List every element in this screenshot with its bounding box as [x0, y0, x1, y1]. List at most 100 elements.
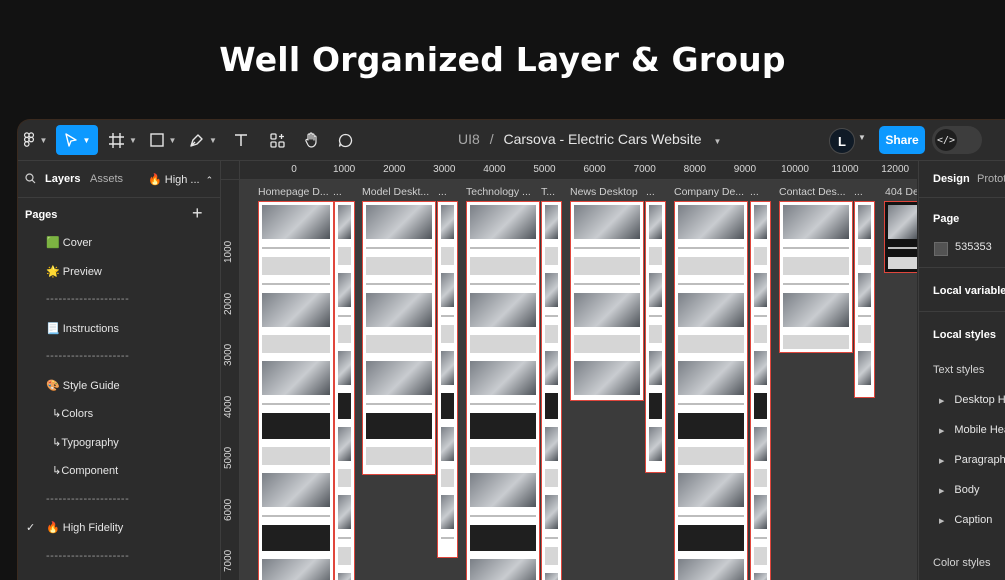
mobile-frame[interactable]	[437, 201, 458, 558]
code-icon: </>	[935, 129, 957, 151]
page-item[interactable]: ✓ 🔥 High Fidelity	[18, 518, 220, 538]
frame-label[interactable]: T...	[541, 186, 555, 198]
frame-content-block	[649, 205, 662, 239]
frame-label[interactable]: ...	[646, 186, 655, 198]
search-icon[interactable]	[25, 173, 36, 184]
frame-label[interactable]: ...	[854, 186, 863, 198]
move-tool-button[interactable]: ▼	[56, 125, 98, 155]
text-style-item[interactable]: ▶ Mobile Hea	[939, 424, 1005, 436]
shape-tool-button[interactable]: ▼	[146, 125, 180, 155]
page-selector[interactable]: 🔥 High ... ⌃	[148, 173, 213, 186]
page-item[interactable]: ↳Colors	[18, 404, 220, 424]
expand-arrow-icon[interactable]: ▶	[939, 488, 944, 495]
page-item[interactable]: 📃 Instructions	[18, 319, 220, 339]
file-title[interactable]: UI8 / Carsova - Electric Cars Website ▼	[458, 131, 721, 147]
page-item[interactable]: 🟩 Cover	[18, 233, 220, 253]
page-divider[interactable]: --------------------	[18, 547, 220, 567]
frame-content-block	[545, 547, 558, 565]
desktop-frame[interactable]	[674, 201, 748, 580]
desktop-frame[interactable]	[570, 201, 644, 401]
text-style-item[interactable]: ▶ Caption	[939, 514, 992, 526]
desktop-frame[interactable]	[779, 201, 853, 353]
resources-button[interactable]	[264, 125, 290, 155]
mobile-frame[interactable]	[750, 201, 771, 580]
add-page-icon[interactable]: +	[192, 203, 203, 224]
page-item[interactable]: 🎨 Style Guide	[18, 376, 220, 396]
text-style-label: Paragraph	[954, 454, 1005, 466]
frame-label[interactable]: Company De...	[674, 186, 744, 198]
frame-content-block	[888, 257, 917, 269]
mobile-frame[interactable]	[334, 201, 355, 580]
expand-arrow-icon[interactable]: ▶	[939, 458, 944, 465]
page-item[interactable]: 🌟 Preview	[18, 262, 220, 282]
avatar[interactable]: L	[829, 128, 855, 154]
expand-arrow-icon[interactable]: ▶	[939, 398, 944, 405]
frame-label[interactable]: ...	[750, 186, 759, 198]
frame-label[interactable]: 404 De	[885, 186, 917, 198]
frame-content-block	[574, 205, 640, 239]
text-style-label: Body	[954, 484, 980, 496]
frame-content-block	[754, 325, 767, 343]
frame-content-block	[441, 495, 454, 529]
tab-design[interactable]: Design	[933, 173, 970, 185]
page-divider[interactable]: --------------------	[18, 290, 220, 310]
frame-content-block	[545, 393, 558, 419]
canvas-board[interactable]: Homepage D...... Model Deskt...... Technol…	[239, 179, 917, 580]
frame-content-block	[470, 205, 536, 239]
frame-label[interactable]: Technology ...	[466, 186, 531, 198]
main-menu-button[interactable]: ▼	[18, 125, 52, 155]
text-style-item[interactable]: ▶ Desktop He	[939, 394, 1005, 406]
hand-tool-button[interactable]	[298, 125, 324, 155]
page-color-swatch[interactable]	[934, 242, 948, 256]
expand-arrow-icon[interactable]: ▶	[939, 518, 944, 525]
text-tool-button[interactable]	[228, 125, 254, 155]
mobile-frame[interactable]	[645, 201, 666, 473]
frame-label[interactable]: ...	[438, 186, 447, 198]
frame-label[interactable]: Homepage D...	[258, 186, 329, 198]
frame-label[interactable]: Contact Des...	[779, 186, 846, 198]
frame-tool-button[interactable]: ▼	[106, 125, 140, 155]
page-item-label: --------------------	[46, 492, 130, 505]
page-divider[interactable]: --------------------	[18, 347, 220, 367]
frame-content-block	[858, 325, 871, 343]
tab-prototype[interactable]: Protot	[977, 173, 1005, 185]
frame-label[interactable]: Model Deskt...	[362, 186, 429, 198]
frame-content-block	[470, 283, 536, 285]
desktop-frame[interactable]	[884, 201, 917, 273]
page-item[interactable]: ↳Component	[18, 461, 220, 481]
page-divider[interactable]: --------------------	[18, 490, 220, 510]
frame-content-block	[545, 351, 558, 385]
expand-arrow-icon[interactable]: ▶	[939, 428, 944, 435]
tab-assets[interactable]: Assets	[90, 173, 123, 185]
text-styles-header: Text styles	[933, 364, 985, 376]
page-color-value[interactable]: 535353	[955, 241, 992, 253]
frame-content-block	[262, 473, 330, 507]
cursor-icon	[64, 133, 77, 147]
text-style-item[interactable]: ▶ Paragraph	[939, 454, 1005, 466]
desktop-frame[interactable]	[466, 201, 540, 580]
file-name: Carsova - Electric Cars Website	[503, 131, 702, 147]
frame-content-block	[338, 351, 351, 385]
mobile-frame[interactable]	[541, 201, 562, 580]
text-style-item[interactable]: ▶ Body	[939, 484, 979, 496]
frame-label[interactable]: ...	[333, 186, 342, 198]
frame-label[interactable]: News Desktop	[570, 186, 638, 198]
comment-tool-button[interactable]	[332, 125, 358, 155]
page-item[interactable]: ↳Typography	[18, 433, 220, 453]
share-button[interactable]: Share	[879, 126, 925, 154]
local-variables-title[interactable]: Local variables	[933, 285, 1005, 297]
dev-mode-toggle[interactable]: </>	[932, 126, 982, 154]
chevron-down-icon[interactable]: ▼	[858, 133, 866, 142]
page-item-label: 🌟 Preview	[46, 265, 102, 278]
mobile-frame[interactable]	[854, 201, 875, 398]
tab-layers[interactable]: Layers	[45, 173, 80, 185]
pen-tool-button[interactable]: ▼	[186, 125, 220, 155]
canvas[interactable]: Homepage D...... Model Deskt...... Technol…	[221, 161, 917, 580]
page-item-label: 🔥 High Fidelity	[46, 522, 124, 534]
desktop-frame[interactable]	[258, 201, 334, 580]
frame-content-block	[470, 293, 536, 327]
frame-content-block	[754, 495, 767, 529]
right-panel: Design Protot Page 535353 Local variable…	[918, 161, 1005, 580]
desktop-frame[interactable]	[362, 201, 436, 475]
frame-content-block	[649, 315, 662, 317]
